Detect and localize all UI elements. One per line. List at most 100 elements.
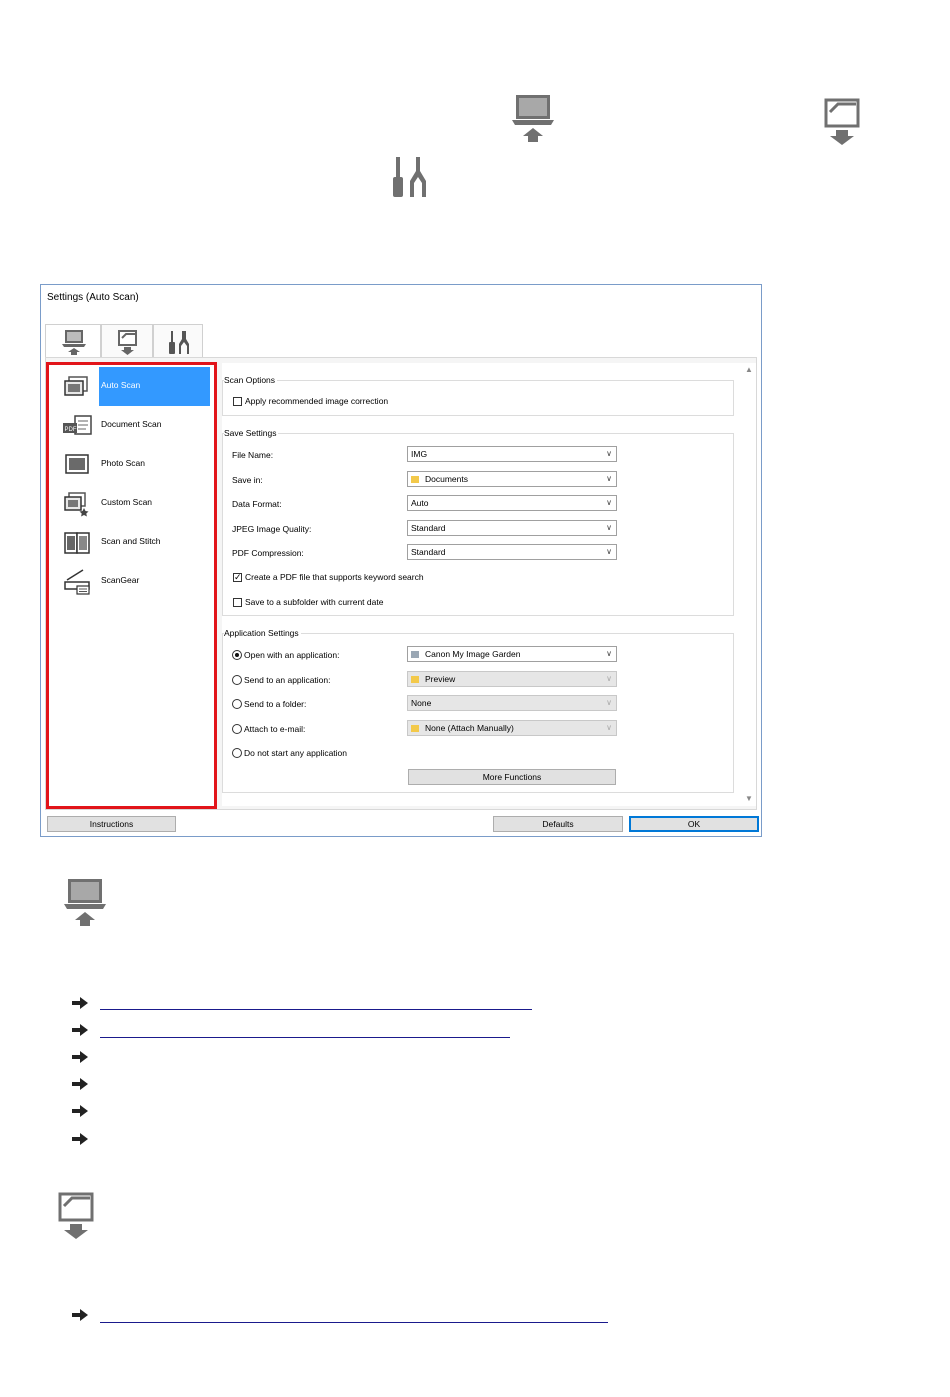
send-to-folder-combo[interactable]: None ∨ [407,695,617,711]
data-format-value: Auto [411,498,429,508]
chevron-down-icon: ∨ [606,547,612,556]
keyword-pdf-checkbox[interactable]: ✓ [233,573,242,582]
scroll-down-arrow[interactable]: ▼ [745,794,753,803]
attach-email-value: None (Attach Manually) [425,723,514,733]
auto-scan-icon [64,376,88,396]
arrow-right-icon [72,1078,88,1090]
chevron-down-icon: ∨ [606,698,612,707]
nav-item-label: Custom Scan [101,497,153,507]
custom-scan-icon [64,492,89,517]
chevron-down-icon: ∨ [606,474,612,483]
document-scan-icon: PDF [63,415,92,435]
nav-item-label: ScanGear [101,575,140,585]
keyword-pdf-label: Create a PDF file that supports keyword … [245,572,424,582]
save-in-label: Save in: [232,475,263,485]
nav-item-document-scan[interactable]: PDF Document Scan [49,406,214,445]
apply-correction-label: Apply recommended image correction [245,396,389,406]
file-name-combo[interactable]: IMG ∨ [407,446,617,462]
scan-from-operation-panel-icon [58,1192,94,1239]
save-in-value: Documents [425,474,468,484]
photo-scan-icon [65,454,89,474]
arrow-right-icon [72,1105,88,1117]
save-settings-label: Save Settings [224,428,279,438]
attach-email-radio[interactable] [232,724,242,734]
scangear-icon [64,569,90,595]
more-functions-button[interactable]: More Functions [408,769,616,785]
tab-scan-from-operation-panel[interactable] [101,324,153,358]
tab-scan-from-computer[interactable] [45,324,101,358]
no-app-radio[interactable] [232,748,242,758]
attach-email-combo[interactable]: None (Attach Manually) ∨ [407,720,617,736]
arrow-right-icon [72,1309,88,1321]
scan-and-stitch-icon [64,532,90,554]
general-settings-tab-icon [169,331,189,354]
send-to-folder-label: Send to a folder: [244,699,307,709]
nav-item-photo-scan[interactable]: Photo Scan [49,445,214,484]
arrow-right-icon [72,997,88,1009]
open-with-app-combo[interactable]: Canon My Image Garden ∨ [407,646,617,662]
scroll-up-arrow[interactable]: ▲ [745,365,753,374]
jpeg-quality-value: Standard [411,523,446,533]
dialog-title: Settings (Auto Scan) [47,292,139,303]
attach-email-label: Attach to e-mail: [244,724,306,734]
scan-from-operation-panel-tab-icon [118,330,137,355]
file-name-value: IMG [411,449,428,459]
folder-icon [411,476,419,484]
chevron-down-icon: ∨ [606,649,612,658]
instructions-button[interactable]: Instructions [47,816,176,832]
send-to-app-radio[interactable] [232,675,242,685]
folder-icon [411,725,419,733]
application-settings-label: Application Settings [224,628,301,638]
send-to-app-combo[interactable]: Preview ∨ [407,671,617,687]
chevron-down-icon: ∨ [606,674,612,683]
chevron-down-icon: ∨ [606,449,612,458]
chevron-down-icon: ∨ [606,498,612,507]
send-to-folder-radio[interactable] [232,699,242,709]
scan-type-list: Auto Scan PDF Document Scan Photo Scan C… [46,362,217,809]
scan-options-label: Scan Options [224,375,278,385]
send-to-app-value: Preview [425,674,456,684]
file-name-label: File Name: [232,450,274,460]
arrow-right-icon [72,1133,88,1145]
pdf-compression-label: PDF Compression: [232,548,304,558]
link-underline[interactable] [100,1009,532,1010]
link-underline[interactable] [100,1322,608,1323]
send-to-app-label: Send to an application: [244,675,331,685]
scan-from-computer-tab-icon [62,330,86,355]
app-icon [411,651,419,659]
scan-from-computer-icon [512,95,554,142]
link-underline[interactable] [100,1037,510,1038]
subfolder-checkbox[interactable] [233,598,242,607]
arrow-right-icon [72,1051,88,1063]
nav-item-label: Auto Scan [101,380,141,390]
arrow-right-icon [72,1024,88,1036]
ok-button[interactable]: OK [629,816,759,832]
nav-item-label: Document Scan [101,419,162,429]
open-with-app-radio[interactable] [232,650,242,660]
scan-from-operation-panel-icon [824,98,860,145]
nav-item-label: Photo Scan [101,458,145,468]
general-settings-icon [393,157,426,197]
nav-item-scan-and-stitch[interactable]: Scan and Stitch [49,523,214,562]
nav-item-custom-scan[interactable]: Custom Scan [49,484,214,523]
no-app-label: Do not start any application [244,748,348,758]
jpeg-quality-label: JPEG Image Quality: [232,524,312,534]
apply-correction-checkbox[interactable] [233,397,242,406]
nav-item-label: Scan and Stitch [101,536,161,546]
nav-item-auto-scan[interactable]: Auto Scan [49,367,214,406]
open-with-app-label: Open with an application: [244,650,340,660]
pdf-compression-combo[interactable]: Standard ∨ [407,544,617,560]
pdf-compression-value: Standard [411,547,446,557]
data-format-combo[interactable]: Auto ∨ [407,495,617,511]
data-format-label: Data Format: [232,499,282,509]
scan-from-computer-icon [64,879,106,926]
open-with-app-value: Canon My Image Garden [425,649,521,659]
save-in-combo[interactable]: Documents ∨ [407,471,617,487]
send-to-folder-value: None [411,698,432,708]
chevron-down-icon: ∨ [606,723,612,732]
defaults-button[interactable]: Defaults [493,816,623,832]
jpeg-quality-combo[interactable]: Standard ∨ [407,520,617,536]
tab-general-settings[interactable] [153,324,203,358]
nav-item-scangear[interactable]: ScanGear [49,562,214,601]
svg-text:PDF: PDF [65,427,77,433]
